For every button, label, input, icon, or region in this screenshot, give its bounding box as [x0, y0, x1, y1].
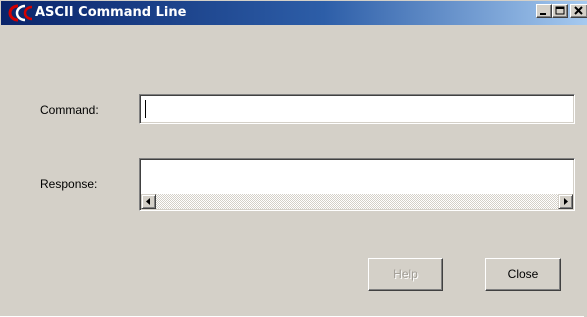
minimize-button[interactable]: [536, 4, 552, 18]
title-bar[interactable]: ASCII Command Line: [1, 1, 587, 25]
scroll-right-button[interactable]: [558, 194, 573, 209]
close-window-button[interactable]: [570, 4, 587, 18]
text-caret: [145, 100, 146, 118]
help-button[interactable]: Help: [368, 258, 443, 291]
maximize-button[interactable]: [552, 4, 568, 18]
command-input[interactable]: [139, 94, 575, 124]
app-logo-icon: [5, 4, 33, 22]
response-label: Response:: [40, 177, 98, 191]
close-button[interactable]: Close: [485, 258, 561, 291]
response-horizontal-scrollbar[interactable]: [141, 194, 573, 209]
command-label: Command:: [40, 103, 99, 117]
scroll-left-button[interactable]: [141, 194, 156, 209]
ascii-command-line-window: ASCII Command Line Command: Response: He…: [0, 0, 587, 317]
window-title: ASCII Command Line: [35, 5, 187, 20]
